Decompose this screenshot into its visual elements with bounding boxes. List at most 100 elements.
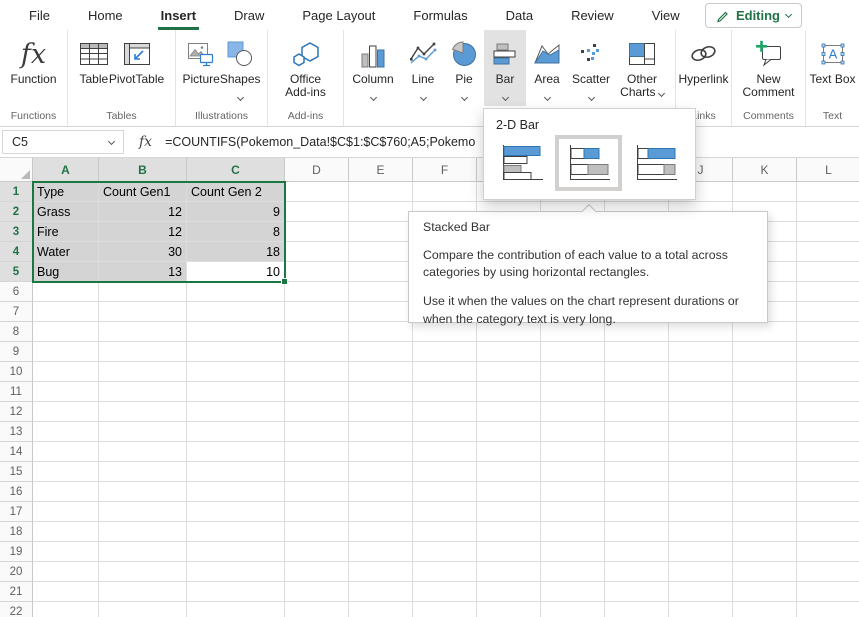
cell-A8[interactable]	[33, 322, 99, 342]
cell-L13[interactable]	[797, 422, 859, 442]
cell-B6[interactable]	[99, 282, 187, 302]
cell-G16[interactable]	[477, 482, 541, 502]
tab-data[interactable]: Data	[487, 0, 552, 30]
cell-I13[interactable]	[605, 422, 669, 442]
cell-L5[interactable]	[797, 262, 859, 282]
cell-F1[interactable]	[413, 182, 477, 202]
cell-H16[interactable]	[541, 482, 605, 502]
cell-D6[interactable]	[285, 282, 349, 302]
cell-A19[interactable]	[33, 542, 99, 562]
cell-L6[interactable]	[797, 282, 859, 302]
column-header-E[interactable]: E	[349, 158, 413, 182]
tab-draw[interactable]: Draw	[215, 0, 283, 30]
cell-C8[interactable]	[187, 322, 285, 342]
cell-K12[interactable]	[733, 402, 797, 422]
row-header-8[interactable]: 8	[0, 322, 33, 342]
cell-H17[interactable]	[541, 502, 605, 522]
cell-K15[interactable]	[733, 462, 797, 482]
cell-F12[interactable]	[413, 402, 477, 422]
cell-A11[interactable]	[33, 382, 99, 402]
hyperlink-button[interactable]: Hyperlink	[678, 30, 728, 106]
cell-K22[interactable]	[733, 602, 797, 617]
cell-D22[interactable]	[285, 602, 349, 617]
cell-I12[interactable]	[605, 402, 669, 422]
cell-I16[interactable]	[605, 482, 669, 502]
cell-B17[interactable]	[99, 502, 187, 522]
pivottable-button[interactable]: PivotTable	[109, 30, 164, 106]
scatter-chart-button[interactable]: Scatter	[568, 30, 614, 106]
cell-K16[interactable]	[733, 482, 797, 502]
cell-E2[interactable]	[349, 202, 413, 222]
cell-E9[interactable]	[349, 342, 413, 362]
cell-I20[interactable]	[605, 562, 669, 582]
cell-L3[interactable]	[797, 222, 859, 242]
cell-J21[interactable]	[669, 582, 733, 602]
cell-H15[interactable]	[541, 462, 605, 482]
cell-L18[interactable]	[797, 522, 859, 542]
cell-A12[interactable]	[33, 402, 99, 422]
cell-E10[interactable]	[349, 362, 413, 382]
cell-E4[interactable]	[349, 242, 413, 262]
shapes-button[interactable]: Shapes	[220, 30, 261, 106]
cell-E22[interactable]	[349, 602, 413, 617]
cell-A21[interactable]	[33, 582, 99, 602]
cell-C14[interactable]	[187, 442, 285, 462]
cell-E3[interactable]	[349, 222, 413, 242]
row-header-20[interactable]: 20	[0, 562, 33, 582]
cell-E13[interactable]	[349, 422, 413, 442]
cell-C17[interactable]	[187, 502, 285, 522]
row-header-21[interactable]: 21	[0, 582, 33, 602]
cell-A22[interactable]	[33, 602, 99, 617]
office-addins-button[interactable]: Office Add-ins	[280, 30, 332, 106]
cell-E14[interactable]	[349, 442, 413, 462]
cell-H18[interactable]	[541, 522, 605, 542]
cell-C4[interactable]: 18	[187, 242, 285, 262]
cell-H12[interactable]	[541, 402, 605, 422]
cell-J9[interactable]	[669, 342, 733, 362]
cell-G22[interactable]	[477, 602, 541, 617]
cell-L22[interactable]	[797, 602, 859, 617]
cell-C11[interactable]	[187, 382, 285, 402]
cell-A18[interactable]	[33, 522, 99, 542]
select-all-corner[interactable]	[0, 158, 33, 182]
cell-I10[interactable]	[605, 362, 669, 382]
cell-E5[interactable]	[349, 262, 413, 282]
cell-C7[interactable]	[187, 302, 285, 322]
row-header-19[interactable]: 19	[0, 542, 33, 562]
cell-B1[interactable]: Count Gen1	[99, 182, 187, 202]
cell-G12[interactable]	[477, 402, 541, 422]
cell-D11[interactable]	[285, 382, 349, 402]
cell-J19[interactable]	[669, 542, 733, 562]
cell-I15[interactable]	[605, 462, 669, 482]
column-header-F[interactable]: F	[413, 158, 477, 182]
cell-A17[interactable]	[33, 502, 99, 522]
cell-D8[interactable]	[285, 322, 349, 342]
column-header-C[interactable]: C	[187, 158, 285, 182]
cell-C10[interactable]	[187, 362, 285, 382]
tab-insert[interactable]: Insert	[142, 0, 215, 30]
cell-C12[interactable]	[187, 402, 285, 422]
cell-G21[interactable]	[477, 582, 541, 602]
column-header-B[interactable]: B	[99, 158, 187, 182]
row-header-14[interactable]: 14	[0, 442, 33, 462]
cell-C18[interactable]	[187, 522, 285, 542]
cell-F19[interactable]	[413, 542, 477, 562]
column-header-L[interactable]: L	[797, 158, 859, 182]
cell-H13[interactable]	[541, 422, 605, 442]
tab-view[interactable]: View	[633, 0, 699, 30]
cell-I18[interactable]	[605, 522, 669, 542]
row-header-1[interactable]: 1	[0, 182, 33, 202]
cell-A9[interactable]	[33, 342, 99, 362]
editing-mode-button[interactable]: Editing	[705, 3, 802, 28]
cell-B4[interactable]: 30	[99, 242, 187, 262]
cell-D17[interactable]	[285, 502, 349, 522]
cell-C3[interactable]: 8	[187, 222, 285, 242]
cell-F11[interactable]	[413, 382, 477, 402]
cell-I14[interactable]	[605, 442, 669, 462]
cell-D13[interactable]	[285, 422, 349, 442]
cell-A20[interactable]	[33, 562, 99, 582]
cell-J13[interactable]	[669, 422, 733, 442]
cell-C9[interactable]	[187, 342, 285, 362]
cell-F22[interactable]	[413, 602, 477, 617]
cell-H20[interactable]	[541, 562, 605, 582]
